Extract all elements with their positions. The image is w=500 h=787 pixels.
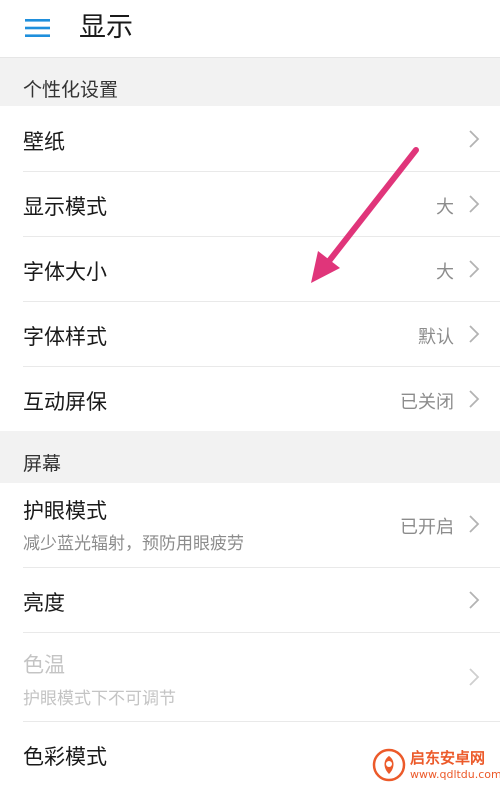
row-label: 显示模式 [23,195,107,219]
row-value: 大 [436,197,454,218]
row-sublabel: 护眼模式下不可调节 [23,689,176,709]
section-title: 个性化设置 [23,79,119,101]
watermark-title: 启东安卓网 [410,749,486,767]
row-display-mode[interactable]: 显示模式 大 [0,172,500,236]
chevron-right-icon [469,515,480,533]
row-label: 字体样式 [23,325,107,349]
row-label: 壁纸 [23,130,65,154]
chevron-right-icon [469,260,480,278]
watermark-logo-icon [372,748,406,782]
section-header-screen: 屏幕 [0,431,500,483]
row-label: 色温 [23,653,65,677]
section-header-personalization: 个性化设置 [0,58,500,106]
chevron-right-icon [469,668,480,686]
chevron-right-icon [469,325,480,343]
row-label: 字体大小 [23,260,107,284]
row-font-size[interactable]: 字体大小 大 [0,237,500,301]
row-label: 护眼模式 [23,499,107,523]
section-title: 屏幕 [23,453,62,475]
row-eye-comfort[interactable]: 护眼模式 减少蓝光辐射，预防用眼疲劳 已开启 [0,483,500,567]
page-title: 显示 [79,12,133,43]
row-color-temperature: 色温 护眼模式下不可调节 [0,633,500,721]
hamburger-menu-icon[interactable] [24,16,52,40]
row-sublabel: 减少蓝光辐射，预防用眼疲劳 [23,534,244,554]
row-brightness[interactable]: 亮度 [0,568,500,632]
row-value: 默认 [418,327,454,348]
watermark-url: www.qdltdu.com [410,768,500,781]
row-label: 亮度 [23,591,65,615]
row-interactive-screensaver[interactable]: 互动屏保 已关闭 [0,367,500,431]
chevron-right-icon [469,591,480,609]
app-bar: 显示 [0,0,500,58]
row-value: 大 [436,262,454,283]
chevron-right-icon [469,130,480,148]
row-wallpaper[interactable]: 壁纸 [0,106,500,171]
chevron-right-icon [469,390,480,408]
row-value: 已开启 [400,517,454,538]
row-label: 互动屏保 [23,390,107,414]
chevron-right-icon [469,195,480,213]
row-label: 色彩模式 [23,745,107,769]
row-value: 已关闭 [400,392,454,413]
watermark: 启东安卓网 www.qdltdu.com [370,746,500,786]
row-font-style[interactable]: 字体样式 默认 [0,302,500,366]
